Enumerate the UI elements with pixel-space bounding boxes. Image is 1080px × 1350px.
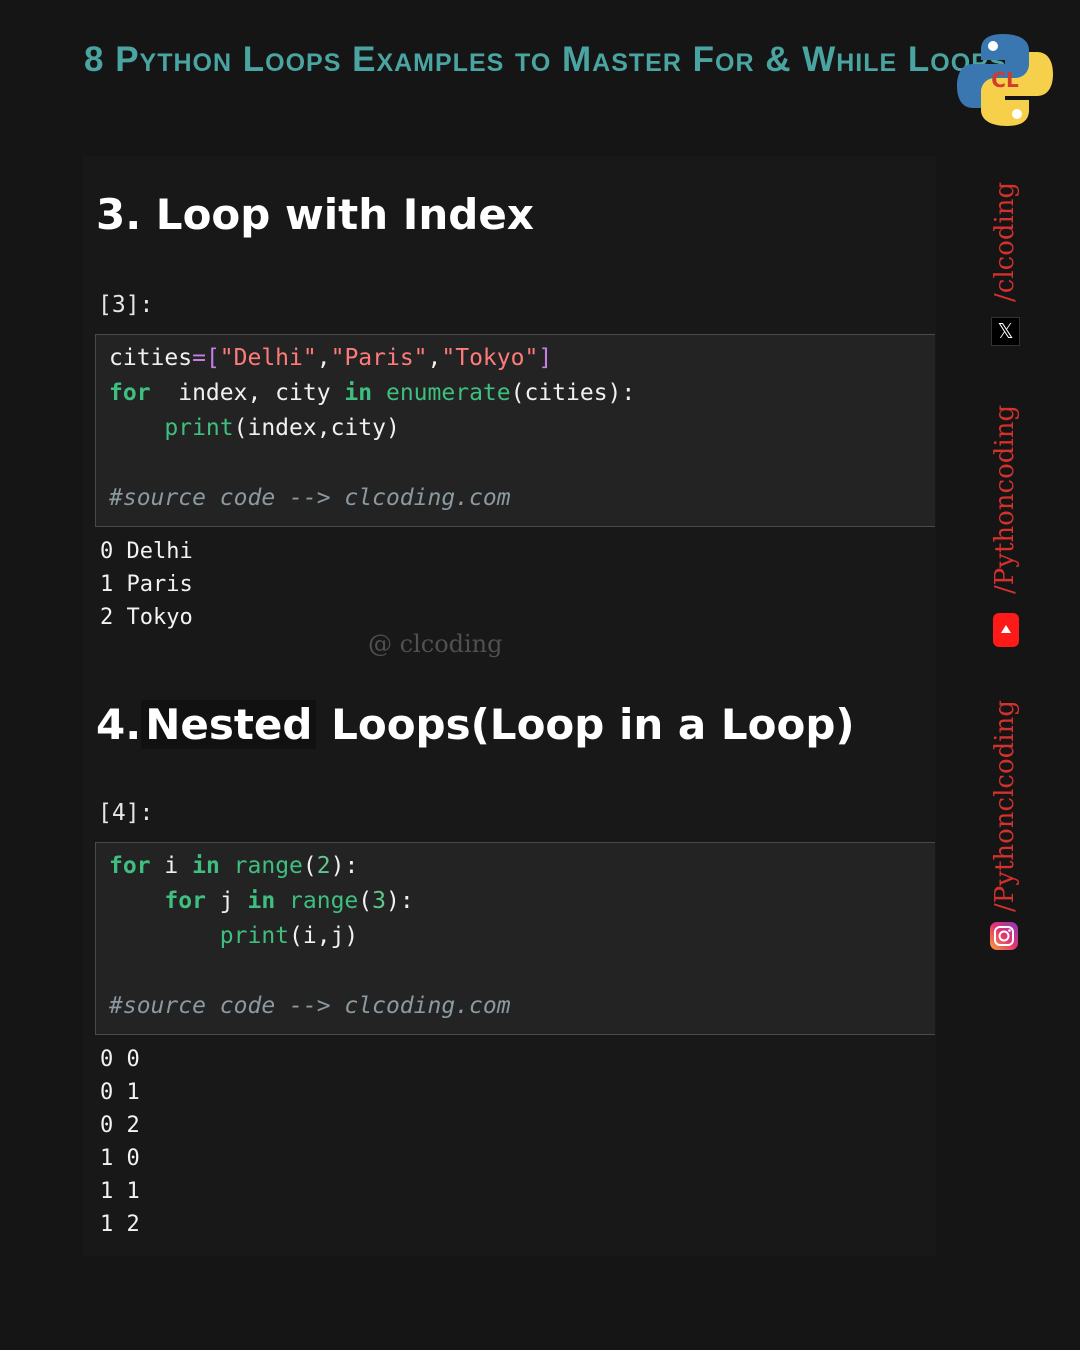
- instagram-handle-link[interactable]: /Pythonclcoding: [990, 700, 1020, 912]
- code-cell-3[interactable]: cities=["Delhi","Paris","Tokyo"] for ind…: [95, 334, 935, 527]
- cell-output-4: 0 0 0 1 0 2 1 0 1 1 1 2: [100, 1043, 140, 1241]
- code-line: cities=["Delhi","Paris","Tokyo"]: [109, 345, 552, 371]
- youtube-handle-link[interactable]: /Pythoncoding: [990, 405, 1020, 594]
- code-token: ,: [427, 345, 442, 371]
- output-line: 0 2: [100, 1113, 140, 1138]
- code-token: in: [247, 888, 276, 914]
- code-token: ):: [330, 853, 359, 879]
- code-comment: #source code --> clcoding.com: [109, 993, 511, 1019]
- code-token: (cities):: [510, 380, 636, 406]
- code-line: print(i,j): [109, 923, 359, 949]
- code-token: (i,j): [289, 923, 359, 949]
- code-token: (index,city): [233, 415, 400, 441]
- code-token: 2: [316, 853, 331, 879]
- code-token: for: [164, 888, 206, 914]
- code-token: range: [289, 888, 359, 914]
- code-token: print: [164, 415, 234, 441]
- instagram-icon[interactable]: [990, 922, 1018, 950]
- output-line: 0 1: [100, 1080, 140, 1105]
- output-line: 1 1: [100, 1179, 140, 1204]
- page-title: 8 Python Loops Examples to Master For & …: [84, 40, 1007, 79]
- code-token: 3: [372, 888, 387, 914]
- output-line: 0 Delhi: [100, 539, 193, 564]
- code-comment: #source code --> clcoding.com: [109, 485, 511, 511]
- camera-icon: [994, 926, 1014, 946]
- code-token: print: [219, 923, 290, 949]
- code-token: cities: [109, 345, 193, 371]
- code-token: "Delhi": [219, 345, 317, 371]
- code-token: range: [233, 853, 303, 879]
- section-4-heading: 4.Nested Loops(Loop in a Loop): [96, 700, 855, 749]
- output-line: 1 2: [100, 1212, 140, 1237]
- code-token: "Tokyo": [441, 345, 539, 371]
- code-token: (: [302, 853, 317, 879]
- cell-prompt-3: [3]:: [98, 292, 154, 318]
- youtube-icon[interactable]: [993, 613, 1019, 647]
- heading-number: 4.: [96, 700, 142, 749]
- section-3-heading: 3. Loop with Index: [96, 190, 534, 239]
- code-token: for: [109, 853, 151, 879]
- cell-prompt-4: [4]:: [98, 800, 154, 826]
- watermark: @ clcoding: [368, 630, 503, 658]
- cell-output-3: 0 Delhi 1 Paris 2 Tokyo: [100, 535, 193, 634]
- code-token: in: [192, 853, 220, 879]
- code-cell-4[interactable]: for i in range(2): for j in range(3): pr…: [95, 842, 935, 1035]
- code-line: for j in range(3):: [109, 888, 414, 914]
- svg-text:CL: CL: [991, 68, 1019, 92]
- code-token: ]: [538, 345, 553, 371]
- code-token: enumerate: [385, 380, 511, 406]
- output-line: 2 Tokyo: [100, 605, 193, 630]
- code-line: for i in range(2):: [109, 853, 358, 879]
- code-token: i: [150, 853, 193, 879]
- heading-highlight: Nested: [141, 700, 317, 749]
- x-logo-icon[interactable]: 𝕏: [991, 317, 1020, 346]
- heading-rest: Loops(Loop in a Loop): [316, 700, 855, 749]
- code-line: print(index,city): [109, 415, 400, 441]
- code-token: j: [205, 888, 248, 914]
- code-token: ,: [316, 345, 331, 371]
- code-token: (: [358, 888, 373, 914]
- code-line: for index, city in enumerate(cities):: [109, 380, 635, 406]
- output-line: 1 0: [100, 1146, 140, 1171]
- output-line: 0 0: [100, 1047, 140, 1072]
- code-token: for: [109, 380, 151, 406]
- code-token: =[: [192, 345, 220, 371]
- play-icon: [1001, 625, 1011, 633]
- code-token: in: [344, 380, 373, 406]
- code-token: index, city: [150, 380, 345, 406]
- code-token: ):: [386, 888, 414, 914]
- x-handle-link[interactable]: /clcoding: [990, 182, 1020, 302]
- output-line: 1 Paris: [100, 572, 193, 597]
- python-logo-icon: CL: [957, 34, 1053, 126]
- code-token: "Paris": [330, 345, 428, 371]
